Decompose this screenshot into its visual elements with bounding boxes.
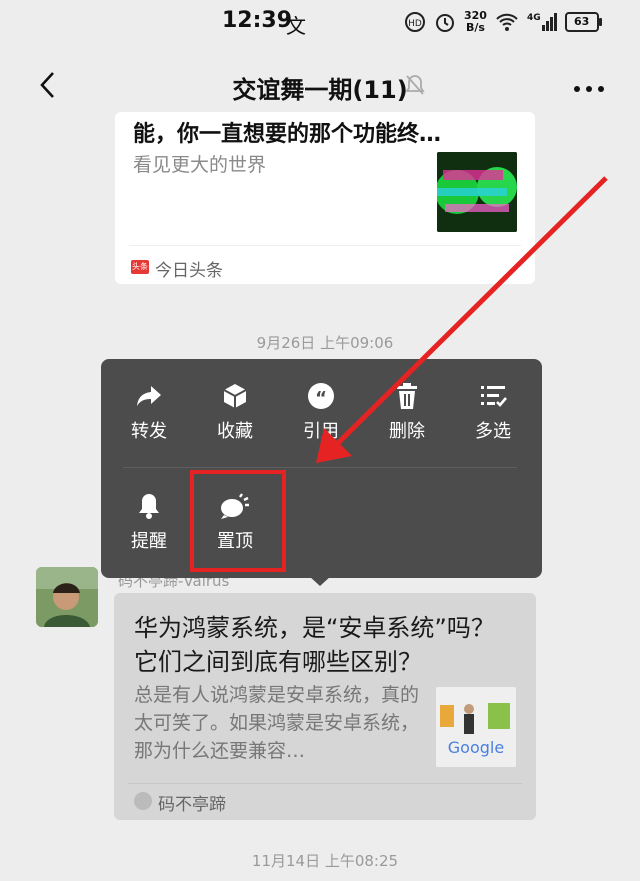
annotation-arrow: [316, 176, 608, 463]
